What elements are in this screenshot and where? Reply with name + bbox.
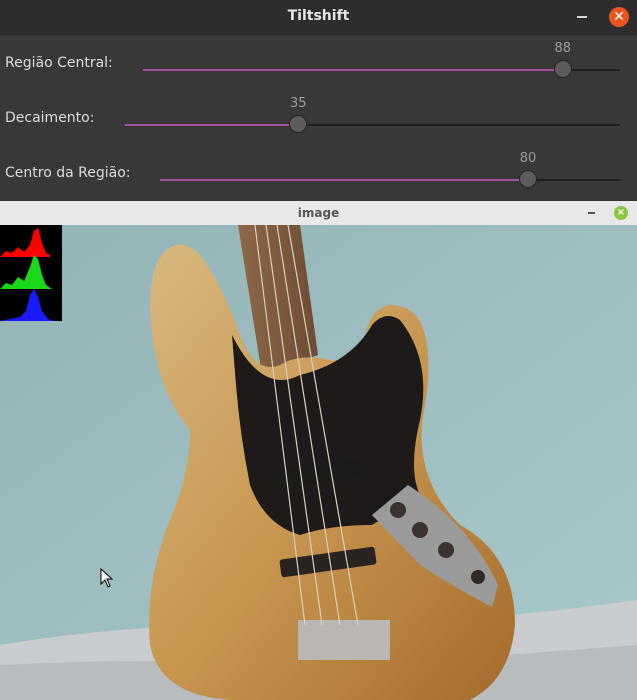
close-icon[interactable]: ✕ [609, 7, 629, 27]
histogram-overlay [0, 225, 62, 321]
image-window-titlebar[interactable]: image × [0, 201, 637, 226]
minimize-icon[interactable] [588, 212, 595, 214]
slider-track-decaimento[interactable] [125, 115, 620, 133]
mouse-cursor-icon [100, 568, 114, 588]
close-icon[interactable]: × [614, 206, 628, 220]
camera-image [0, 225, 637, 700]
slider-handle[interactable] [553, 60, 572, 78]
slider-handle[interactable] [519, 170, 537, 188]
window-titlebar[interactable]: Tiltshift ✕ [0, 0, 637, 35]
slider-handle[interactable] [289, 115, 308, 133]
slider-row-decaimento: Decaimento: 35 [0, 95, 637, 149]
slider-value: 88 [554, 41, 572, 56]
slider-row-centro-da-regiao: Centro da Região: 80 [0, 150, 637, 204]
slider-value: 80 [519, 151, 537, 166]
minimize-icon[interactable] [577, 16, 587, 18]
slider-label: Centro da Região: [5, 165, 131, 181]
slider-value: 35 [289, 96, 307, 111]
slider-fill [160, 179, 528, 181]
slider-label: Decaimento: [5, 110, 95, 126]
slider-label: Região Central: [5, 55, 113, 71]
slider-fill [143, 69, 563, 71]
image-window-title: image [297, 206, 340, 220]
slider-track-centro-da-regiao[interactable] [160, 170, 620, 188]
slider-row-regiao-central: Região Central: 88 [0, 40, 637, 94]
slider-fill [125, 124, 299, 126]
window-title: Tiltshift [287, 8, 350, 24]
slider-track-regiao-central[interactable] [143, 60, 620, 78]
